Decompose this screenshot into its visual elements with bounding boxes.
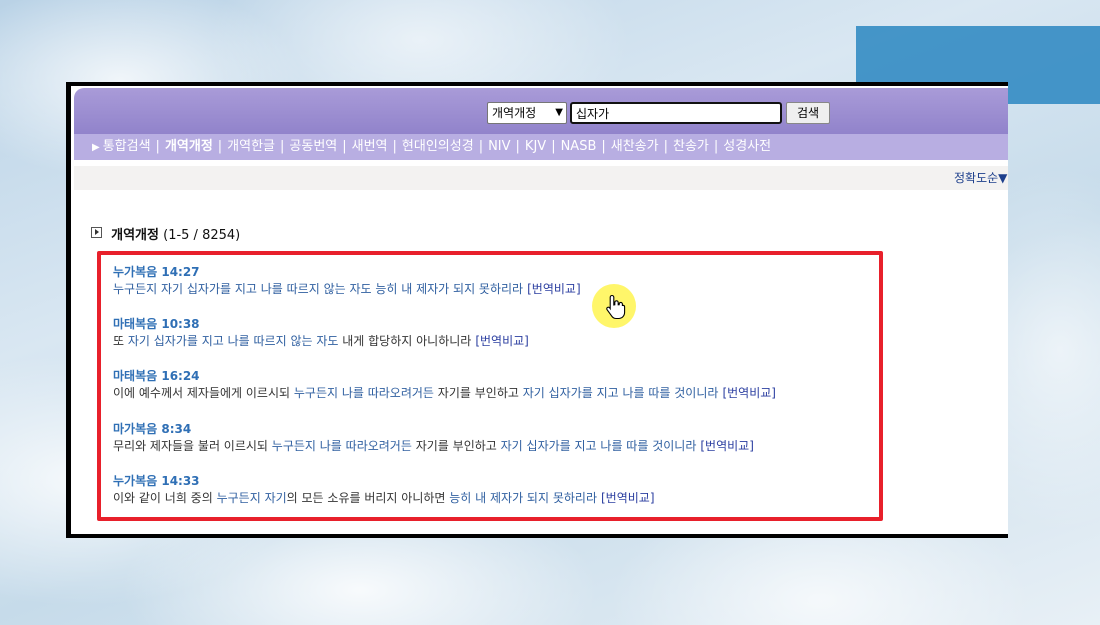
search-bar: 개역개정 ▼ 검색 (74, 88, 1008, 134)
nav-separator: | (342, 139, 347, 154)
nav-separator: | (392, 139, 397, 154)
verse-text: 이와 같이 너희 중의 누구든지 자기의 모든 소유를 버리지 아니하면 능히 … (113, 490, 655, 507)
nav-separator: | (713, 139, 719, 154)
compare-translation-link[interactable]: [번역비교] (527, 282, 581, 296)
verse-keyword-highlight: 누구든지 자기 십자가를 지고 나를 따르지 않는 자도 능히 내 제자가 되지… (113, 282, 524, 296)
nav-separator: | (663, 139, 668, 154)
verse-reference-link[interactable]: 마태복음 16:24 (113, 368, 776, 385)
verse-keyword-highlight: 누구든지 자기 (216, 491, 287, 505)
search-button[interactable]: 검색 (786, 102, 830, 124)
nav-item[interactable]: 현대인의성경 (402, 139, 474, 154)
hand-pointer-icon (606, 294, 626, 320)
result-count: (1-5 / 8254) (163, 228, 241, 243)
nav-item[interactable]: KJV (525, 139, 546, 154)
verse-text-segment: 자기를 부인하고 (411, 439, 501, 453)
verse-text: 누구든지 자기 십자가를 지고 나를 따르지 않는 자도 능히 내 제자가 되지… (113, 281, 581, 298)
nav-item[interactable]: 개역개정 (165, 139, 213, 154)
verse-text-segment: 의 모든 소유를 버리지 아니하면 (286, 491, 450, 505)
version-select[interactable]: 개역개정 ▼ (487, 102, 567, 124)
nav-item[interactable]: 찬송가 (673, 139, 709, 154)
compare-translation-link[interactable]: [번역비교] (475, 334, 529, 348)
play-box-icon (91, 227, 102, 238)
verse-text: 이에 예수께서 제자들에게 이르시되 누구든지 나를 따라오려거든 자기를 부인… (113, 385, 776, 402)
nav-item[interactable]: 성경사전 (723, 139, 771, 154)
result-version-title: 개역개정 (111, 228, 159, 243)
nav-item[interactable]: NASB (561, 139, 597, 154)
verse-reference-link[interactable]: 누가복음 14:33 (113, 473, 655, 490)
browser-window: 개역개정 ▼ 검색 ▶통합검색 | 개역개정 | 개역한글 | 공동번역 | 새번역 | 현대인의성… (66, 82, 1008, 538)
verse-item: 누가복음 14:33 이와 같이 너희 중의 누구든지 자기의 모든 소유를 버리… (113, 473, 655, 507)
verse-keyword-highlight: 자기 십자가를 지고 나를 따를 것이니라 (500, 439, 697, 453)
nav-separator: | (280, 139, 285, 154)
version-select-value: 개역개정 (492, 106, 537, 120)
verse-item: 마태복음 16:24 이에 예수께서 제자들에게 이르시되 누구든지 나를 따라오… (113, 368, 776, 402)
compare-translation-link[interactable]: [번역비교] (700, 439, 754, 453)
nav-item[interactable]: NIV (488, 139, 510, 154)
verse-reference-link[interactable]: 마가복음 8:34 (113, 421, 754, 438)
verse-text-segment: 또 (113, 334, 128, 348)
verse-text-segment: 무리와 제자들을 불러 이르시되 (113, 439, 272, 453)
nav-item[interactable]: 새찬송가 (611, 139, 659, 154)
nav-item[interactable]: 통합검색 (103, 139, 151, 154)
sort-bar: 정확도순▼ (74, 166, 1008, 190)
nav-item[interactable]: 새번역 (352, 139, 388, 154)
search-input[interactable] (570, 102, 782, 124)
verse-text-segment: 이와 같이 너희 중의 (113, 491, 217, 505)
compare-translation-link[interactable]: [번역비교] (601, 491, 655, 505)
nav-separator: | (155, 139, 160, 154)
nav-item[interactable]: 공동번역 (289, 139, 337, 154)
result-header: 개역개정 (1-5 / 8254) (91, 224, 240, 243)
chevron-down-icon: ▼ (555, 107, 563, 118)
version-nav: ▶ 통합검색 | 개역개정 | 개역한글 | 공동번역 | 새번역 | 현대인의성경 | NIV | KJV |… (74, 134, 1008, 160)
verse-item: 마가복음 8:34 무리와 제자들을 불러 이르시되 누구든지 나를 따라오려거든… (113, 421, 754, 455)
verse-text-segment: 이에 예수께서 제자들에게 이르시되 (113, 386, 294, 400)
sort-dropdown[interactable]: 정확도순▼ (954, 166, 1007, 190)
verse-keyword-highlight: 누구든지 나를 따라오려거든 (271, 439, 412, 453)
compare-translation-link[interactable]: [번역비교] (722, 386, 776, 400)
verse-reference-link[interactable]: 마태복음 10:38 (113, 316, 529, 333)
nav-separator: | (601, 139, 606, 154)
bible-search-page: 개역개정 ▼ 검색 ▶통합검색 | 개역개정 | 개역한글 | 공동번역 | 새번역 | 현대인의성… (71, 86, 1008, 534)
verse-text-segment: 자기를 부인하고 (433, 386, 523, 400)
verse-text-segment: 내게 합당하지 아니하니라 (338, 334, 472, 348)
verse-reference-link[interactable]: 누가복음 14:27 (113, 264, 581, 281)
verse-text: 또 자기 십자가를 지고 나를 따르지 않는 자도 내게 합당하지 아니하니라[… (113, 333, 529, 350)
nav-separator: | (478, 139, 484, 154)
verse-keyword-highlight: 누구든지 나를 따라오려거든 (293, 386, 434, 400)
nav-separator: | (551, 139, 556, 154)
nav-item[interactable]: 개역한글 (227, 139, 275, 154)
arrow-right-icon: ▶ (92, 142, 100, 153)
verse-item: 마태복음 10:38 또 자기 십자가를 지고 나를 따르지 않는 자도 내게 합… (113, 316, 529, 350)
nav-separator: | (217, 139, 223, 154)
verse-keyword-highlight: 자기 십자가를 지고 나를 따르지 않는 자도 (127, 334, 339, 348)
verse-keyword-highlight: 자기 십자가를 지고 나를 따를 것이니라 (522, 386, 719, 400)
verse-item: 누가복음 14:27 누구든지 자기 십자가를 지고 나를 따르지 않는 자도 능… (113, 264, 581, 298)
nav-separator: | (515, 139, 520, 154)
verse-keyword-highlight: 능히 내 제자가 되지 못하리라 (449, 491, 597, 505)
verse-text: 무리와 제자들을 불러 이르시되 누구든지 나를 따라오려거든 자기를 부인하고… (113, 438, 754, 455)
